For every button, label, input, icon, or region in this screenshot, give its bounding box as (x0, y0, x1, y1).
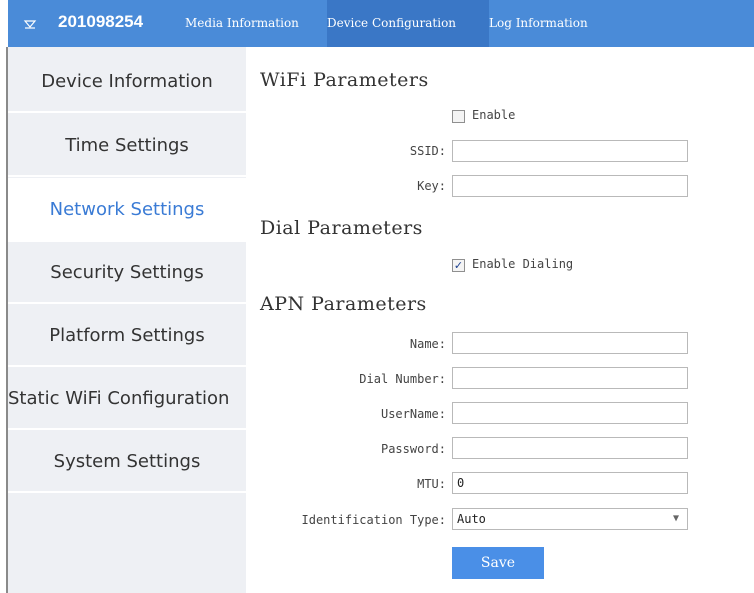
window-left-border (0, 0, 8, 593)
mtu-label: MTU: (417, 477, 446, 491)
dropdown-arrow-icon: ▼ (672, 513, 679, 524)
apn-name-input[interactable] (452, 332, 688, 354)
dial-number-input[interactable] (452, 367, 688, 389)
key-label: Key: (417, 179, 446, 193)
sidebar-item-network-settings[interactable]: Network Settings (8, 178, 246, 242)
chevron-down-icon[interactable] (22, 15, 38, 31)
identification-type-label: Identification Type: (301, 513, 447, 527)
enable-dialing-label: Enable Dialing (472, 257, 574, 271)
top-navigation-bar: 201098254 Media Information Device Confi… (8, 0, 754, 47)
password-label: Password: (380, 442, 446, 456)
apn-parameters-title: APN Parameters (260, 293, 427, 315)
device-id: 201098254 (58, 12, 144, 31)
checkbox-check-icon: ✓ (453, 259, 464, 272)
username-label: UserName: (380, 407, 446, 421)
wifi-enable-label: Enable (472, 108, 516, 122)
identification-type-select[interactable]: Auto ▼ (452, 508, 688, 530)
mtu-input[interactable]: 0 (452, 472, 688, 494)
sidebar-item-security-settings[interactable]: Security Settings (8, 242, 246, 304)
tab-media-information[interactable]: Media Information (185, 0, 327, 47)
sidebar: Device Information Time Settings Network… (8, 47, 246, 593)
wifi-enable-checkbox[interactable] (452, 110, 465, 123)
enable-dialing-checkbox[interactable]: ✓ (452, 259, 465, 272)
password-input[interactable] (452, 437, 688, 459)
key-input[interactable] (452, 175, 688, 197)
sidebar-item-time-settings[interactable]: Time Settings (8, 115, 246, 177)
sidebar-item-device-information[interactable]: Device Information (8, 51, 246, 113)
sidebar-item-static-wifi-configuration[interactable]: Static WiFi Configuration (8, 368, 246, 430)
save-button[interactable]: Save (452, 547, 544, 579)
tab-log-information[interactable]: Log Information (489, 0, 629, 47)
username-input[interactable] (452, 402, 688, 424)
apn-name-label: Name: (409, 337, 446, 351)
identification-type-value: Auto (457, 512, 486, 526)
wifi-parameters-title: WiFi Parameters (260, 69, 429, 91)
sidebar-item-system-settings[interactable]: System Settings (8, 431, 246, 493)
sidebar-item-platform-settings[interactable]: Platform Settings (8, 305, 246, 367)
network-settings-form: WiFi Parameters Enable SSID: Key: Dial P… (246, 47, 754, 593)
dial-number-label: Dial Number: (359, 372, 446, 386)
ssid-input[interactable] (452, 140, 688, 162)
ssid-label: SSID: (409, 144, 446, 158)
dial-parameters-title: Dial Parameters (260, 217, 423, 239)
tab-device-configuration[interactable]: Device Configuration (327, 0, 489, 47)
